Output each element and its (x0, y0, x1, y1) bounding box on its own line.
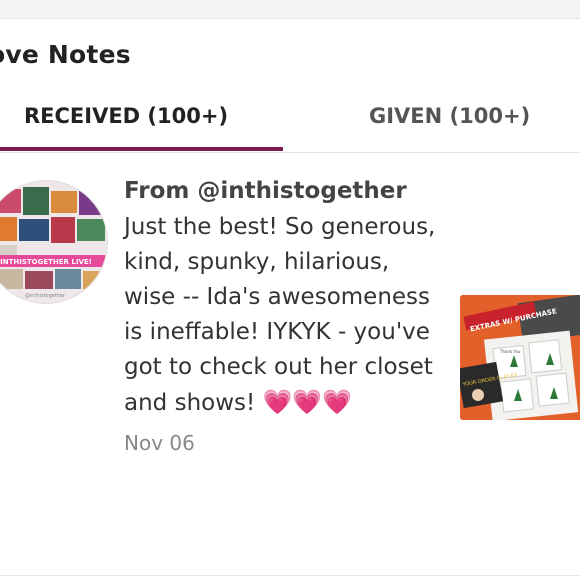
tab-received[interactable]: RECEIVED (100+) (24, 104, 228, 128)
page-title: ove Notes (0, 40, 131, 69)
top-strip (0, 0, 580, 19)
note-text: Just the best! So generous, kind, spunky… (124, 214, 436, 416)
note-sender[interactable]: From @inthistogether (124, 178, 444, 204)
listing-thumbnail[interactable]: EXTRAS W/ PURCHASE Thank You YOUR ORDER … (460, 295, 580, 420)
avatar-collage-image: INTHISTOGETHER LIVE! @inthistogether (0, 181, 107, 303)
note-body: Just the best! So generous, kind, spunky… (124, 210, 444, 421)
sender-avatar[interactable]: INTHISTOGETHER LIVE! @inthistogether (0, 180, 108, 304)
tab-bar: RECEIVED (100+) GIVEN (100+) (0, 88, 580, 153)
love-notes-screen: ove Notes RECEIVED (100+) GIVEN (100+) I… (0, 0, 580, 580)
divider (0, 575, 580, 576)
listing-photo: EXTRAS W/ PURCHASE Thank You YOUR ORDER … (460, 295, 580, 420)
active-tab-indicator (0, 147, 283, 151)
avatar-caption-text: @inthistogether (25, 293, 66, 299)
tab-given[interactable]: GIVEN (100+) (369, 104, 530, 128)
heart-emoji-icons: 💗💗💗 (262, 388, 353, 416)
avatar-banner-text: INTHISTOGETHER LIVE! (0, 258, 92, 266)
note-date: Nov 06 (124, 431, 195, 455)
love-note: From @inthistogether Just the best! So g… (124, 178, 444, 455)
listing-card-text: Thank You (499, 349, 521, 354)
